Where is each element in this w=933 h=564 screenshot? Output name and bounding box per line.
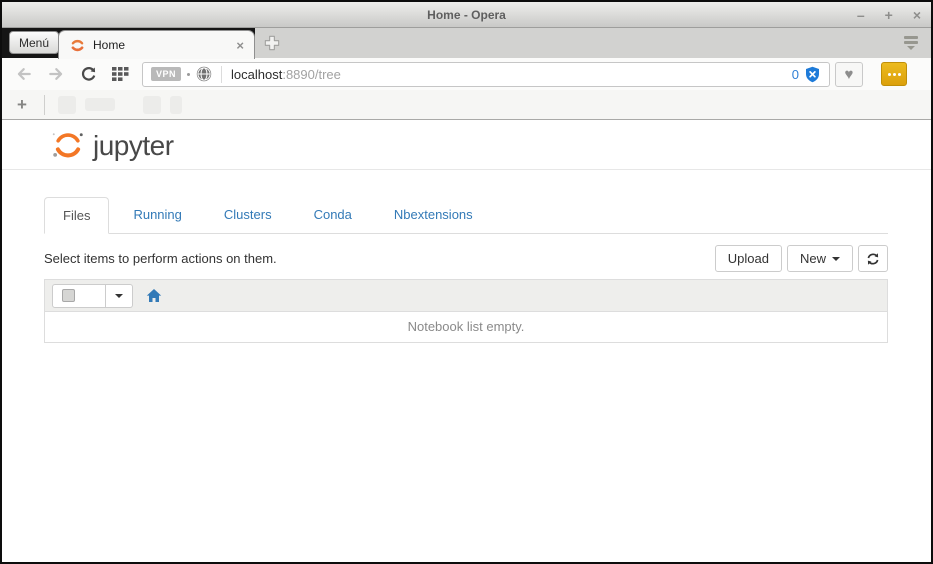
checkbox[interactable]: [62, 289, 75, 302]
caret-down-icon: [115, 293, 123, 298]
window-title: Home - Opera: [427, 7, 506, 22]
action-row: Select items to perform actions on them.…: [44, 245, 888, 272]
chevron-down-icon: [907, 46, 915, 50]
dot-separator-icon: [187, 72, 191, 76]
reload-icon: [81, 66, 95, 81]
url-host: localhost: [231, 66, 283, 82]
titlebar: Home - Opera – + ×: [2, 2, 931, 28]
select-dropdown-button[interactable]: [106, 283, 133, 308]
ghost-bookmark: [169, 95, 182, 114]
refresh-button[interactable]: [858, 245, 888, 272]
page-content: jupyter Files Running Clusters Conda Nbe…: [2, 120, 931, 561]
reload-button[interactable]: [78, 64, 98, 84]
new-tab-button[interactable]: [263, 34, 281, 52]
back-arrow-icon: [17, 68, 31, 80]
minimize-button[interactable]: –: [857, 8, 865, 22]
notebook-nav-tabs: Files Running Clusters Conda Nbextension…: [44, 197, 888, 234]
forward-arrow-icon: [49, 68, 63, 80]
jupyter-logo-icon[interactable]: [50, 129, 86, 162]
blocked-count: 0: [791, 66, 799, 82]
url-path: :8890/tree: [282, 66, 341, 82]
heart-icon: ♥: [844, 65, 854, 83]
url-text: localhost:8890/tree: [231, 67, 341, 82]
tab-menu-button[interactable]: [903, 36, 919, 50]
bookmark-heart-button[interactable]: ♥: [835, 61, 863, 87]
select-all-checkbox-button[interactable]: [52, 283, 106, 308]
jupyter-header: jupyter: [2, 120, 931, 170]
speed-dial-button[interactable]: [110, 64, 130, 84]
ghost-bookmark: [57, 95, 76, 114]
extension-button[interactable]: [881, 62, 907, 86]
tab-title: Home: [93, 38, 126, 52]
back-button[interactable]: [14, 64, 34, 84]
add-bookmark-button[interactable]: +: [17, 96, 27, 113]
ellipsis-icon: [887, 72, 891, 76]
tab-bar: Menú Home ×: [2, 28, 931, 59]
ghost-bookmark: [142, 95, 161, 114]
notebook-list: Notebook list empty.: [44, 279, 888, 343]
browser-window: Home - Opera – + × Menú Home × VPN local…: [0, 0, 933, 564]
select-items-text: Select items to perform actions on them.: [44, 251, 277, 266]
shield-blocker-icon[interactable]: [804, 66, 821, 83]
jupyter-logo-text[interactable]: jupyter: [93, 130, 174, 162]
home-breadcrumb-button[interactable]: [146, 288, 162, 303]
tab-files[interactable]: Files: [44, 197, 110, 234]
bookmarks-divider: [43, 94, 45, 115]
menu-button-label: Menú: [19, 35, 50, 50]
refresh-icon: [867, 252, 879, 265]
bookmarks-bar: +: [2, 90, 931, 120]
close-button[interactable]: ×: [913, 8, 921, 22]
menu-button[interactable]: Menú: [9, 31, 60, 54]
new-dropdown-button[interactable]: New: [786, 245, 853, 272]
tab-close-icon[interactable]: ×: [236, 38, 244, 53]
main-container: Files Running Clusters Conda Nbextension…: [44, 197, 888, 343]
tab-clusters[interactable]: Clusters: [206, 197, 290, 234]
grid-icon: [111, 66, 128, 81]
jupyter-favicon-icon: [69, 37, 86, 54]
window-controls: – + ×: [857, 2, 921, 27]
forward-button[interactable]: [46, 64, 66, 84]
home-icon: [146, 289, 162, 302]
new-button-label: New: [799, 251, 826, 266]
maximize-button[interactable]: +: [885, 8, 893, 22]
browser-tab-home[interactable]: Home ×: [58, 30, 255, 59]
url-divider: [221, 65, 223, 83]
action-buttons: Upload New: [714, 245, 888, 272]
tab-nbextensions[interactable]: Nbextensions: [376, 197, 491, 234]
upload-button[interactable]: Upload: [714, 245, 782, 272]
address-toolbar: VPN localhost:8890/tree 0 ♥: [2, 58, 931, 90]
tab-running[interactable]: Running: [115, 197, 199, 234]
site-info-icon[interactable]: [196, 66, 212, 82]
address-bar-input[interactable]: VPN localhost:8890/tree 0: [142, 61, 830, 87]
caret-down-icon: [832, 256, 840, 261]
vpn-badge[interactable]: VPN: [151, 67, 182, 81]
ghost-bookmark: [84, 98, 115, 111]
plus-icon: [264, 35, 280, 51]
notebook-list-header: [44, 279, 888, 312]
tab-menu-icon: [904, 36, 918, 39]
tab-conda[interactable]: Conda: [296, 197, 370, 234]
empty-message: Notebook list empty.: [44, 312, 888, 343]
